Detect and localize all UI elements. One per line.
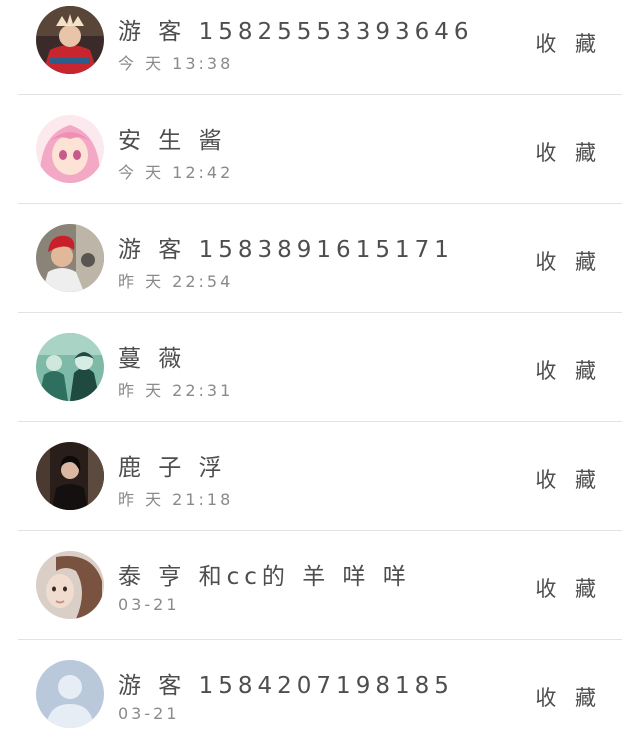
list-item[interactable]: 鹿 子 浮 昨 天 21:18 收 藏	[0, 422, 640, 531]
avatar[interactable]	[36, 551, 104, 619]
visit-time: 昨 天 21:18	[118, 490, 234, 509]
avatar[interactable]	[36, 224, 104, 292]
collect-button[interactable]: 收 藏	[535, 464, 602, 494]
visit-time: 昨 天 22:31	[118, 381, 234, 400]
avatar-dark-portrait-icon	[36, 442, 104, 510]
avatar-girl-brown-hair-icon	[36, 551, 104, 619]
avatar-red-hair-icon	[36, 224, 104, 292]
avatar[interactable]	[36, 6, 104, 74]
collect-button[interactable]: 收 藏	[535, 246, 602, 276]
avatar-two-people-green-icon	[36, 333, 104, 401]
avatar[interactable]	[36, 660, 104, 728]
list-item[interactable]: 游 客 15825553393646 今 天 13:38 收 藏	[0, 0, 640, 95]
collect-button[interactable]: 收 藏	[535, 682, 602, 712]
visitor-name: 泰 亨 和cc的 羊 咩 咩	[118, 564, 411, 590]
avatar-red-costume-icon	[36, 6, 104, 74]
visitor-name: 蔓 薇	[118, 346, 187, 372]
avatar[interactable]	[36, 115, 104, 183]
list-item[interactable]: 游 客 1584207198185 03-21 收 藏	[0, 640, 640, 747]
visitor-name: 游 客 15825553393646	[118, 19, 474, 45]
visit-time: 昨 天 22:54	[118, 272, 234, 291]
visitor-name: 鹿 子 浮	[118, 455, 227, 481]
avatar-anime-pink-icon	[36, 115, 104, 183]
visitor-name: 游 客 1584207198185	[118, 673, 454, 699]
visitor-name: 安 生 酱	[118, 128, 227, 154]
list-item[interactable]: 泰 亨 和cc的 羊 咩 咩 03-21 收 藏	[0, 531, 640, 640]
visitor-list: 游 客 15825553393646 今 天 13:38 收 藏 安 生 酱 今…	[0, 0, 640, 747]
visit-time: 03-21	[118, 595, 180, 614]
list-item[interactable]: 蔓 薇 昨 天 22:31 收 藏	[0, 313, 640, 422]
collect-button[interactable]: 收 藏	[535, 28, 602, 58]
collect-button[interactable]: 收 藏	[535, 355, 602, 385]
avatar[interactable]	[36, 442, 104, 510]
list-item[interactable]: 游 客 1583891615171 昨 天 22:54 收 藏	[0, 204, 640, 313]
visit-time: 今 天 12:42	[118, 163, 234, 182]
avatar-default-person-icon	[36, 660, 104, 728]
collect-button[interactable]: 收 藏	[535, 137, 602, 167]
avatar[interactable]	[36, 333, 104, 401]
collect-button[interactable]: 收 藏	[535, 573, 602, 603]
visitor-name: 游 客 1583891615171	[118, 237, 454, 263]
visit-time: 03-21	[118, 704, 180, 723]
visit-time: 今 天 13:38	[118, 54, 234, 73]
list-item[interactable]: 安 生 酱 今 天 12:42 收 藏	[0, 95, 640, 204]
